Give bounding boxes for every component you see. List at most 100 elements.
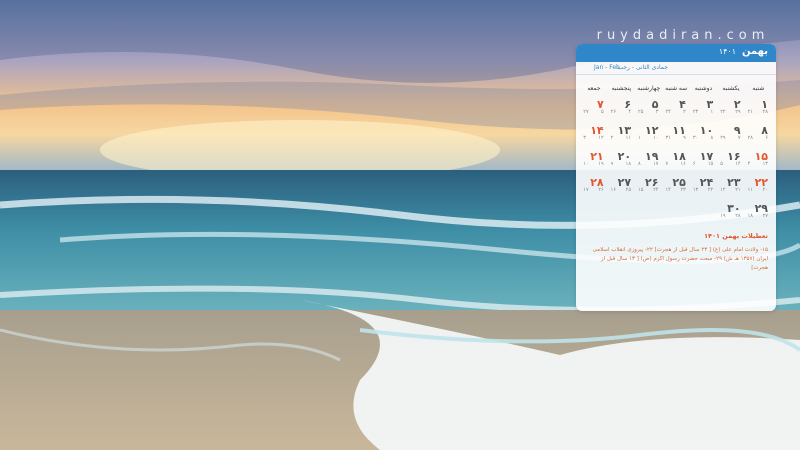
hijri-day: ۲۶ (598, 187, 604, 193)
day-cell: ۲۸ ۲۶ ۱۷ (580, 174, 607, 200)
day-cell: ۳ ۱ ۲۳ (690, 96, 717, 122)
gregorian-day: ۱۲ (720, 187, 726, 193)
gregorian-day: ۲۴ (665, 109, 671, 115)
gregorian-day: ۶ (692, 161, 696, 167)
gregorian-day: ۲۷ (583, 109, 589, 115)
gregorian-day: ۱۱ (747, 187, 753, 193)
hijri-day: ۲۵ (625, 187, 632, 193)
day-cell: ۴ ۲ ۲۴ (662, 96, 689, 122)
hijri-day: ۱۴ (735, 161, 741, 167)
hijri-day: ۱۲ (598, 135, 604, 141)
day-cell: ۱۰ ۸ ۳۰ (690, 122, 717, 148)
site-watermark: ruydadiran.com (596, 28, 770, 43)
gregorian-day: ۲۸ (747, 135, 753, 141)
day-cell: ۱۹ ۱۷ ۸ (635, 148, 662, 174)
gregorian-day: ۲۲ (720, 109, 726, 115)
hijri-day: ۱۹ (598, 161, 604, 167)
hijri-day: ۸ (710, 135, 714, 141)
hijri-day: ۳ (655, 109, 659, 115)
calendar-card: بهمن ۱۴۰۱ جمادی الثانی - رجب Jan - Feb ش… (576, 44, 776, 311)
day-cell: ۲۱ ۱۹ ۱۰ (580, 148, 607, 174)
hijri-day: ۲۷ (762, 213, 768, 219)
weekday-label: چهارشنبه (637, 85, 661, 92)
calendar-subheader: جمادی الثانی - رجب Jan - Feb (576, 62, 776, 75)
month-title: بهمن (741, 46, 768, 57)
day-cell: ۲۷ ۲۵ ۱۶ (608, 174, 635, 200)
weekday-label: سه شنبه (665, 85, 688, 92)
day-cell: ۱۷ ۱۵ ۶ (690, 148, 717, 174)
gregorian-day: ۱۷ (583, 187, 589, 193)
hijri-day: ۵ (600, 109, 604, 115)
day-cell: ۱ ۲۸ ۲۱ (745, 96, 772, 122)
hijri-day: ۱ (710, 109, 714, 115)
day-cell: ۱۸ ۱۶ ۷ (662, 148, 689, 174)
day-cell: ۲۴ ۲۲ ۱۳ (690, 174, 717, 200)
day-grid: ۱ ۲۸ ۲۱ ۲ ۲۹ ۲۲ ۳ ۱ ۲۳ ۴ ۲ ۲۴ ۵ ۳ ۲۵ ۶ ۴ ۲۶ ۷ ۵ ۲۷ ۸ ۶ ۲۸ ۹ ۷ ۲۹ ۱۰… (576, 96, 776, 226)
hijri-day: ۲۳ (680, 187, 686, 193)
gregorian-day: ۴ (747, 161, 751, 167)
gregorian-day: ۱۸ (747, 213, 753, 219)
gregorian-day: ۵ (720, 161, 723, 167)
day-cell: ۱۴ ۱۲ ۳ (580, 122, 607, 148)
day-cell: ۱۳ ۱۱ ۲ (608, 122, 635, 148)
holidays-list: ۱۵- ولادت امام علی (ع) [ ۲۳ سال قبل از ه… (592, 247, 768, 271)
weekday-label: شنبه (752, 85, 765, 92)
day-cell: ۶ ۴ ۲۶ (608, 96, 635, 122)
gregorian-day: ۱۴ (665, 187, 671, 193)
gregorian-day: ۱۳ (692, 187, 699, 193)
day-cell: ۹ ۷ ۲۹ (717, 122, 744, 148)
hijri-day: ۹ (683, 135, 686, 141)
day-cell: ۱۶ ۱۴ ۵ (717, 148, 744, 174)
day-cell: ۲۳ ۲۱ ۱۲ (717, 174, 744, 200)
hijri-day: ۱۷ (653, 161, 659, 167)
day-cell: ۱۱ ۹ ۳۱ (662, 122, 689, 148)
weekday-label: دوشنبه (694, 85, 713, 92)
gregorian-day: ۱۶ (610, 187, 617, 193)
hijri-day: ۱۶ (680, 161, 686, 167)
gregorian-day: ۱۵ (638, 187, 644, 193)
weekday-label: پنجشنبه (611, 85, 632, 92)
holidays-title: تعطیلات بهمن ۱۴۰۱ (704, 232, 768, 240)
hijri-day: ۱۸ (625, 161, 632, 167)
gregorian-day: ۳۰ (692, 135, 699, 141)
gregorian-day: ۲۳ (692, 109, 699, 115)
day-cell: ۲۹ ۲۷ ۱۸ (745, 200, 772, 226)
hijri-day: ۷ (737, 135, 741, 141)
gregorian-months: Jan - Feb (594, 64, 620, 71)
weekday-label: یکشنبه (722, 85, 740, 92)
gregorian-day: ۲۹ (720, 135, 726, 141)
weekday-label: جمعه (587, 85, 601, 92)
day-cell: ۱۵ ۱۳ ۴ (745, 148, 772, 174)
hijri-day: ۱۵ (707, 161, 714, 167)
hijri-months: جمادی الثانی - رجب (617, 64, 668, 71)
hijri-day: ۲ (683, 109, 686, 115)
day-cell: ۲۰ ۱۸ ۹ (608, 148, 635, 174)
gregorian-day: ۲۵ (638, 109, 644, 115)
hijri-day: ۲۰ (762, 187, 768, 193)
hijri-day: ۲۹ (735, 109, 741, 115)
gregorian-day: ۱ (638, 135, 641, 141)
hijri-day: ۲۸ (762, 109, 768, 115)
gregorian-day: ۷ (665, 161, 669, 167)
day-cell: ۳۰ ۲۸ ۱۹ (717, 200, 744, 226)
day-cell: ۲۵ ۲۳ ۱۴ (662, 174, 689, 200)
day-cell: ۱۲ ۱۰ ۱ (635, 122, 662, 148)
gregorian-day: ۳۱ (665, 135, 671, 141)
hijri-day: ۲۴ (653, 187, 659, 193)
year-label: ۱۴۰۱ (718, 47, 736, 56)
gregorian-day: ۲ (610, 135, 614, 141)
gregorian-day: ۱۹ (720, 213, 726, 219)
hijri-day: ۲۸ (735, 213, 741, 219)
day-cell: ۸ ۶ ۲۸ (745, 122, 772, 148)
hijri-day: ۶ (765, 135, 768, 141)
day-cell: ۷ ۵ ۲۷ (580, 96, 607, 122)
hijri-day: ۲۲ (707, 187, 714, 193)
gregorian-day: ۳ (583, 135, 586, 141)
calendar-header: بهمن ۱۴۰۱ (576, 44, 776, 62)
hijri-day: ۲۱ (735, 187, 741, 193)
day-cell: ۵ ۳ ۲۵ (635, 96, 662, 122)
hijri-day: ۱۳ (762, 161, 768, 167)
gregorian-day: ۹ (610, 161, 614, 167)
hijri-day: ۱۰ (653, 135, 659, 141)
hijri-day: ۱۱ (625, 135, 632, 141)
